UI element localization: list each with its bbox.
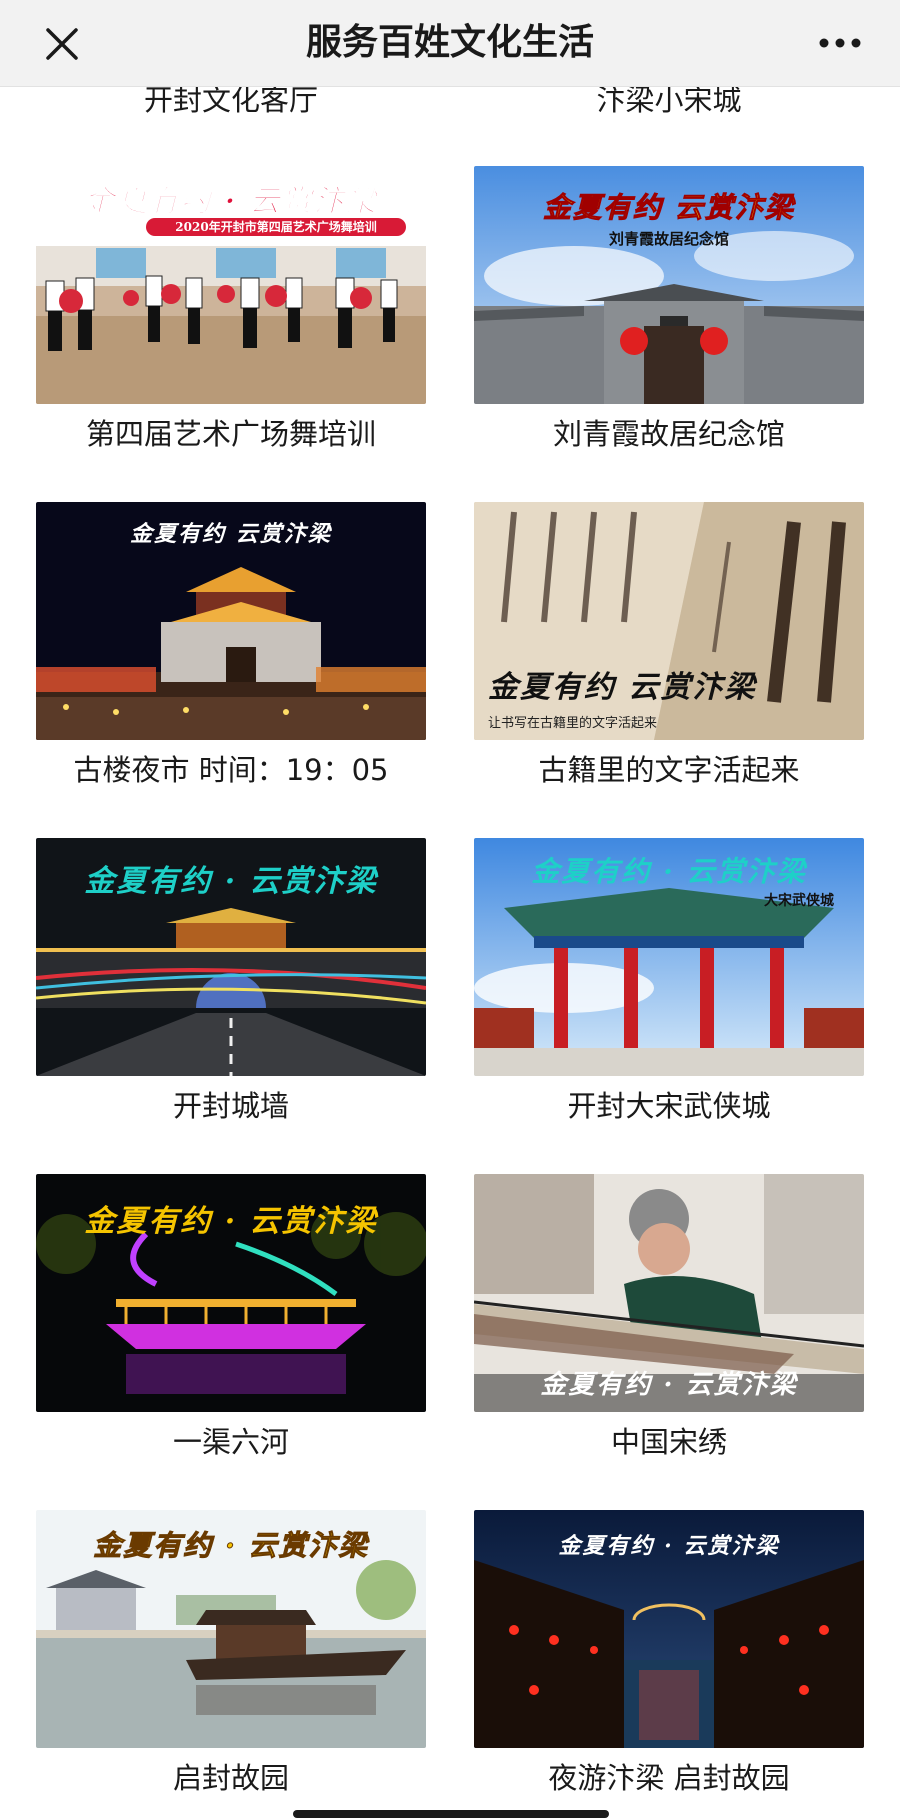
overlay-subtitle: 2020年开封市第四届艺术广场舞培训 [146, 218, 406, 236]
card-thumbnail: 金夏有约 · 云赏汴梁 [36, 1174, 426, 1412]
overlay-title: 金夏有约 · 云赏汴梁 [93, 1529, 369, 1563]
card-caption: 启封故园 [172, 1761, 289, 1795]
overlay-title: 金夏有约 · 云赏汴梁 [558, 1533, 780, 1559]
close-button[interactable] [40, 22, 84, 66]
overlay-subtitle: 让书写在古籍里的文字活起来 [488, 716, 658, 731]
card-ancient-texts[interactable]: 金夏有约 云赏汴梁 让书写在古籍里的文字活起来 古籍里的文字活起来 [474, 502, 864, 790]
card-caption: 古楼夜市 时间：19：05 [73, 753, 389, 787]
overlay-title: 金夏有约 云赏汴梁 [488, 670, 757, 705]
card-drum-tower-night-market[interactable]: 金夏有约 云赏汴梁 古楼夜市 时间：19：05 [36, 502, 426, 790]
overlay-subtitle: 刘青霞故居纪念馆 [608, 230, 729, 248]
overlay-title: 金夏有约 · 云赏汴梁 [84, 184, 378, 220]
card-caption: 刘青霞故居纪念馆 [552, 417, 785, 451]
card-night-tour-bianliang[interactable]: 金夏有约 · 云赏汴梁 夜游汴梁 启封故园 [474, 1510, 864, 1798]
card-caption: 第四届艺术广场舞培训 [85, 417, 376, 451]
card-song-embroidery[interactable]: 金夏有约 · 云赏汴梁 中国宋绣 [474, 1174, 864, 1462]
more-dots-icon [819, 38, 861, 48]
card-liu-qingxia-memorial[interactable]: 金夏有约 云赏汴梁 刘青霞故居纪念馆 刘青霞故居纪念馆 [474, 166, 864, 454]
card-caption: 开封大宋武侠城 [567, 1089, 771, 1123]
card-thumbnail: 金夏有约 · 云赏汴梁 [36, 1510, 426, 1748]
card-thumbnail: 金夏有约 · 云赏汴梁 [36, 838, 426, 1076]
content-grid: 开封文化客厅 汴梁小宋城 金夏有约 · 云赏汴梁 2020年开封市第四届艺术广场… [0, 0, 900, 1816]
page-title: 服务百姓文化生活 [305, 22, 594, 63]
card-song-wuxia-city[interactable]: 金夏有约 · 云赏汴梁 大宋武侠城 开封大宋武侠城 [474, 838, 864, 1126]
overlay-title: 金夏有约 云赏汴梁 [543, 191, 795, 225]
overlay-subtitle: 大宋武侠城 [764, 893, 834, 909]
close-icon [46, 28, 78, 60]
card-thumbnail: 金夏有约 · 云赏汴梁 2020年开封市第四届艺术广场舞培训 [36, 166, 426, 404]
card-one-canal-six-rivers[interactable]: 金夏有约 · 云赏汴梁 一渠六河 [36, 1174, 426, 1462]
card-caption: 中国宋绣 [610, 1425, 727, 1459]
card-square-dance-training[interactable]: 金夏有约 · 云赏汴梁 2020年开封市第四届艺术广场舞培训 第四届艺术广场舞培… [36, 166, 426, 454]
overlay-title: 金夏有约 · 云赏汴梁 [84, 864, 378, 899]
card-caption: 一渠六河 [172, 1425, 289, 1459]
overlay-title: 金夏有约 云赏汴梁 [130, 521, 332, 547]
card-thumbnail: 金夏有约 云赏汴梁 刘青霞故居纪念馆 [474, 166, 864, 404]
card-caption: 古籍里的文字活起来 [538, 753, 800, 787]
card-thumbnail: 金夏有约 · 云赏汴梁 [474, 1510, 864, 1748]
overlay-title: 金夏有约 · 云赏汴梁 [531, 855, 807, 888]
top-navigation-bar: 服务百姓文化生活 [0, 0, 900, 87]
card-caption: 夜游汴梁 启封故园 [548, 1761, 790, 1795]
card-thumbnail: 金夏有约 云赏汴梁 [36, 502, 426, 740]
card-kaifeng-city-wall[interactable]: 金夏有约 · 云赏汴梁 开封城墙 [36, 838, 426, 1126]
overlay-title: 金夏有约 · 云赏汴梁 [84, 1204, 378, 1239]
card-caption: 开封城墙 [172, 1089, 289, 1123]
overlay-title: 金夏有约 · 云赏汴梁 [540, 1370, 798, 1400]
more-button[interactable] [816, 28, 864, 58]
card-thumbnail: 金夏有约 · 云赏汴梁 大宋武侠城 [474, 838, 864, 1076]
home-indicator[interactable] [293, 1810, 609, 1818]
card-thumbnail: 金夏有约 云赏汴梁 让书写在古籍里的文字活起来 [474, 502, 864, 740]
card-thumbnail: 金夏有约 · 云赏汴梁 [474, 1174, 864, 1412]
card-qifeng-garden[interactable]: 金夏有约 · 云赏汴梁 启封故园 [36, 1510, 426, 1798]
